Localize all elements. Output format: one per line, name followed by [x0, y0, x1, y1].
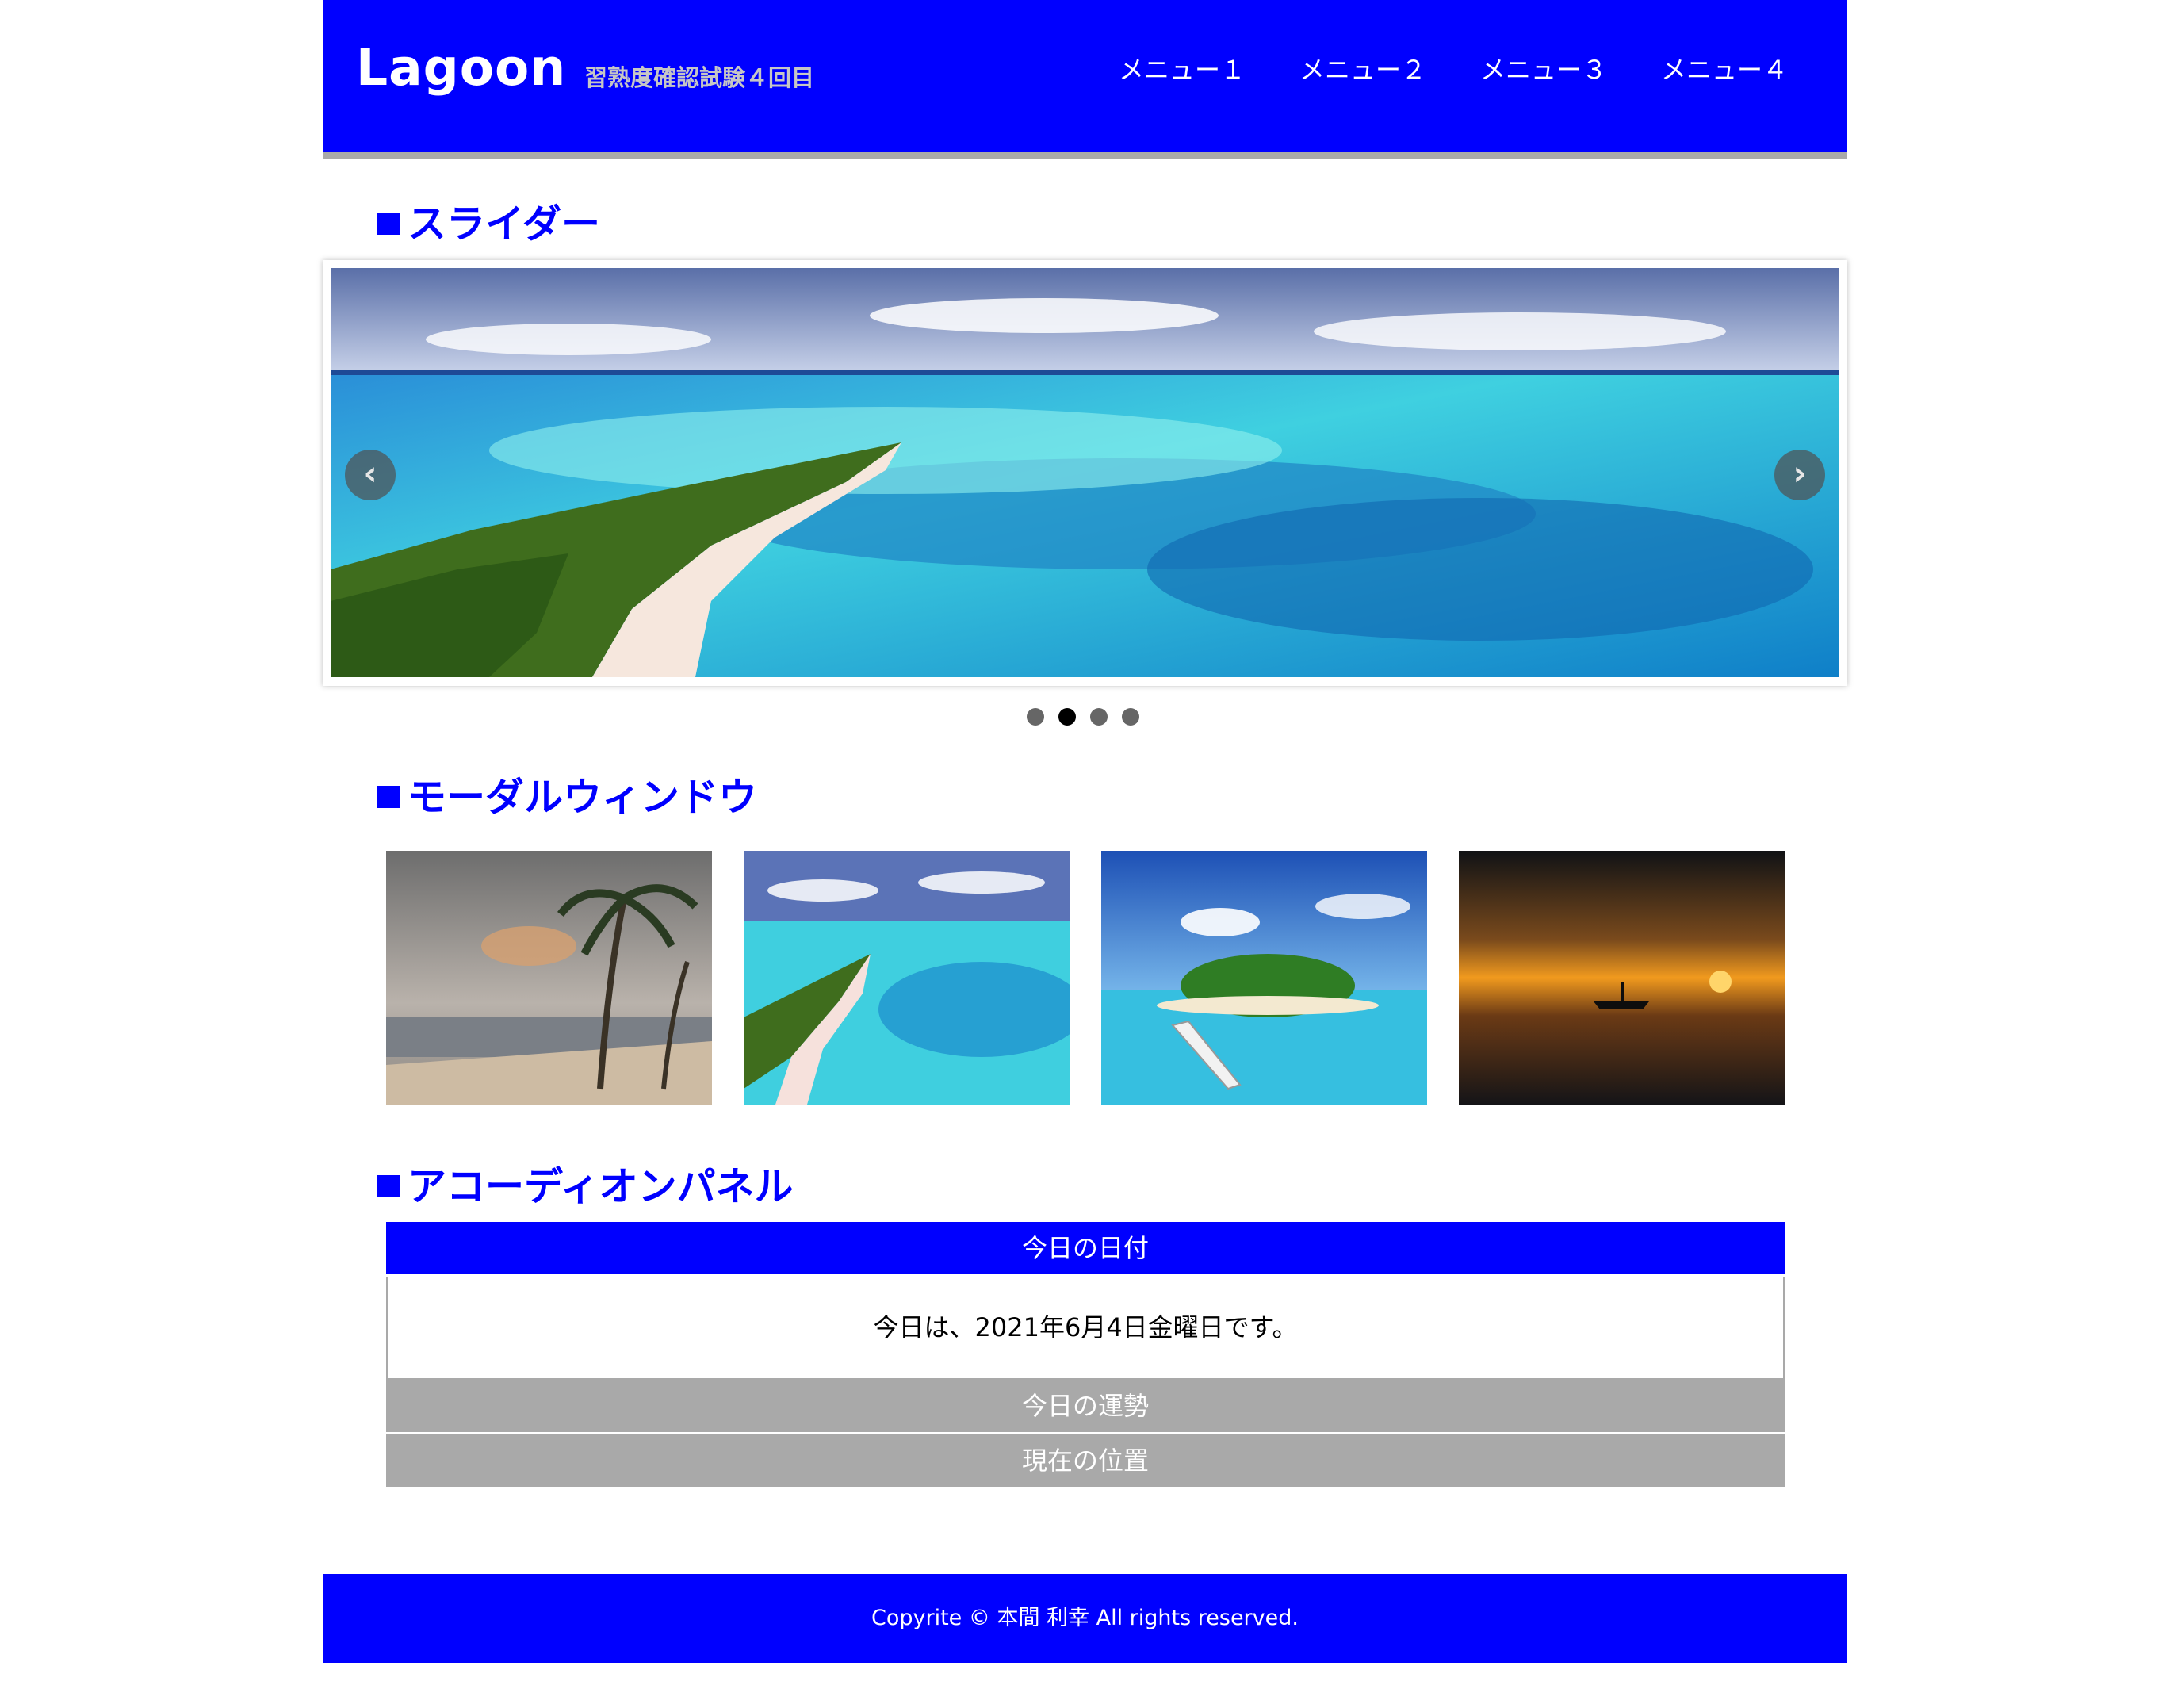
- thumbnail-palm-beach[interactable]: [386, 851, 712, 1105]
- copyright-text: Copyrite © 本間 利幸 All rights reserved.: [871, 1606, 1299, 1630]
- slide-image-lagoon: [331, 268, 1839, 677]
- modal-section-title: モーダルウィンドウ: [377, 773, 757, 822]
- slider-dot-4[interactable]: [1122, 708, 1139, 726]
- accordion-header-location[interactable]: 現在の位置: [386, 1434, 1785, 1489]
- nav-menu-3[interactable]: メニュー３: [1480, 52, 1607, 87]
- main-nav: メニュー１ メニュー２ メニュー３ メニュー４: [1119, 52, 1788, 87]
- slider-prev-button[interactable]: ‹: [345, 450, 396, 500]
- site-subtitle: 習熟度確認試験４回目: [584, 64, 815, 91]
- slider-section-title: スライダー: [377, 200, 600, 249]
- square-bullet-icon: [377, 212, 400, 235]
- accordion-header-date[interactable]: 今日の日付: [386, 1222, 1785, 1277]
- slider-dot-3[interactable]: [1090, 708, 1108, 726]
- slider-dots: [0, 708, 2166, 726]
- slider-next-button[interactable]: ›: [1774, 450, 1825, 500]
- nav-menu-1[interactable]: メニュー１: [1119, 52, 1246, 87]
- chevron-left-icon: ‹: [363, 454, 377, 492]
- accordion-header-fortune[interactable]: 今日の運勢: [386, 1380, 1785, 1434]
- thumbnail-lagoon[interactable]: [744, 851, 1070, 1105]
- chevron-right-icon: ›: [1793, 454, 1807, 492]
- accordion-body-date: 今日は、2021年6月4日金曜日です。: [386, 1277, 1785, 1380]
- image-slider[interactable]: ‹ ›: [323, 260, 1847, 686]
- nav-menu-4[interactable]: メニュー４: [1661, 52, 1788, 87]
- slider-dot-2[interactable]: [1058, 708, 1076, 726]
- accordion-panel: 今日の日付 今日は、2021年6月4日金曜日です。 今日の運勢 現在の位置: [386, 1222, 1785, 1489]
- site-footer: Copyrite © 本間 利幸 All rights reserved.: [323, 1574, 1847, 1663]
- slider-dot-1[interactable]: [1027, 708, 1044, 726]
- modal-section-title-text: モーダルウィンドウ: [408, 775, 758, 820]
- site-logo[interactable]: Lagoon: [356, 36, 566, 100]
- thumbnail-sunset-boat[interactable]: [1459, 851, 1785, 1105]
- modal-thumbnail-gallery: [386, 851, 1785, 1105]
- accordion-section-title-text: アコーディオンパネル: [408, 1164, 794, 1209]
- slider-section-title-text: スライダー: [408, 201, 601, 247]
- accordion-section-title: アコーディオンパネル: [377, 1162, 794, 1212]
- square-bullet-icon: [377, 785, 400, 808]
- site-header: Lagoon 習熟度確認試験４回目 メニュー１ メニュー２ メニュー３ メニュー…: [323, 0, 1847, 159]
- nav-menu-2[interactable]: メニュー２: [1299, 52, 1426, 87]
- page: Lagoon 習熟度確認試験４回目 メニュー１ メニュー２ メニュー３ メニュー…: [0, 0, 2166, 1708]
- thumbnail-island-boat[interactable]: [1101, 851, 1427, 1105]
- square-bullet-icon: [377, 1174, 400, 1197]
